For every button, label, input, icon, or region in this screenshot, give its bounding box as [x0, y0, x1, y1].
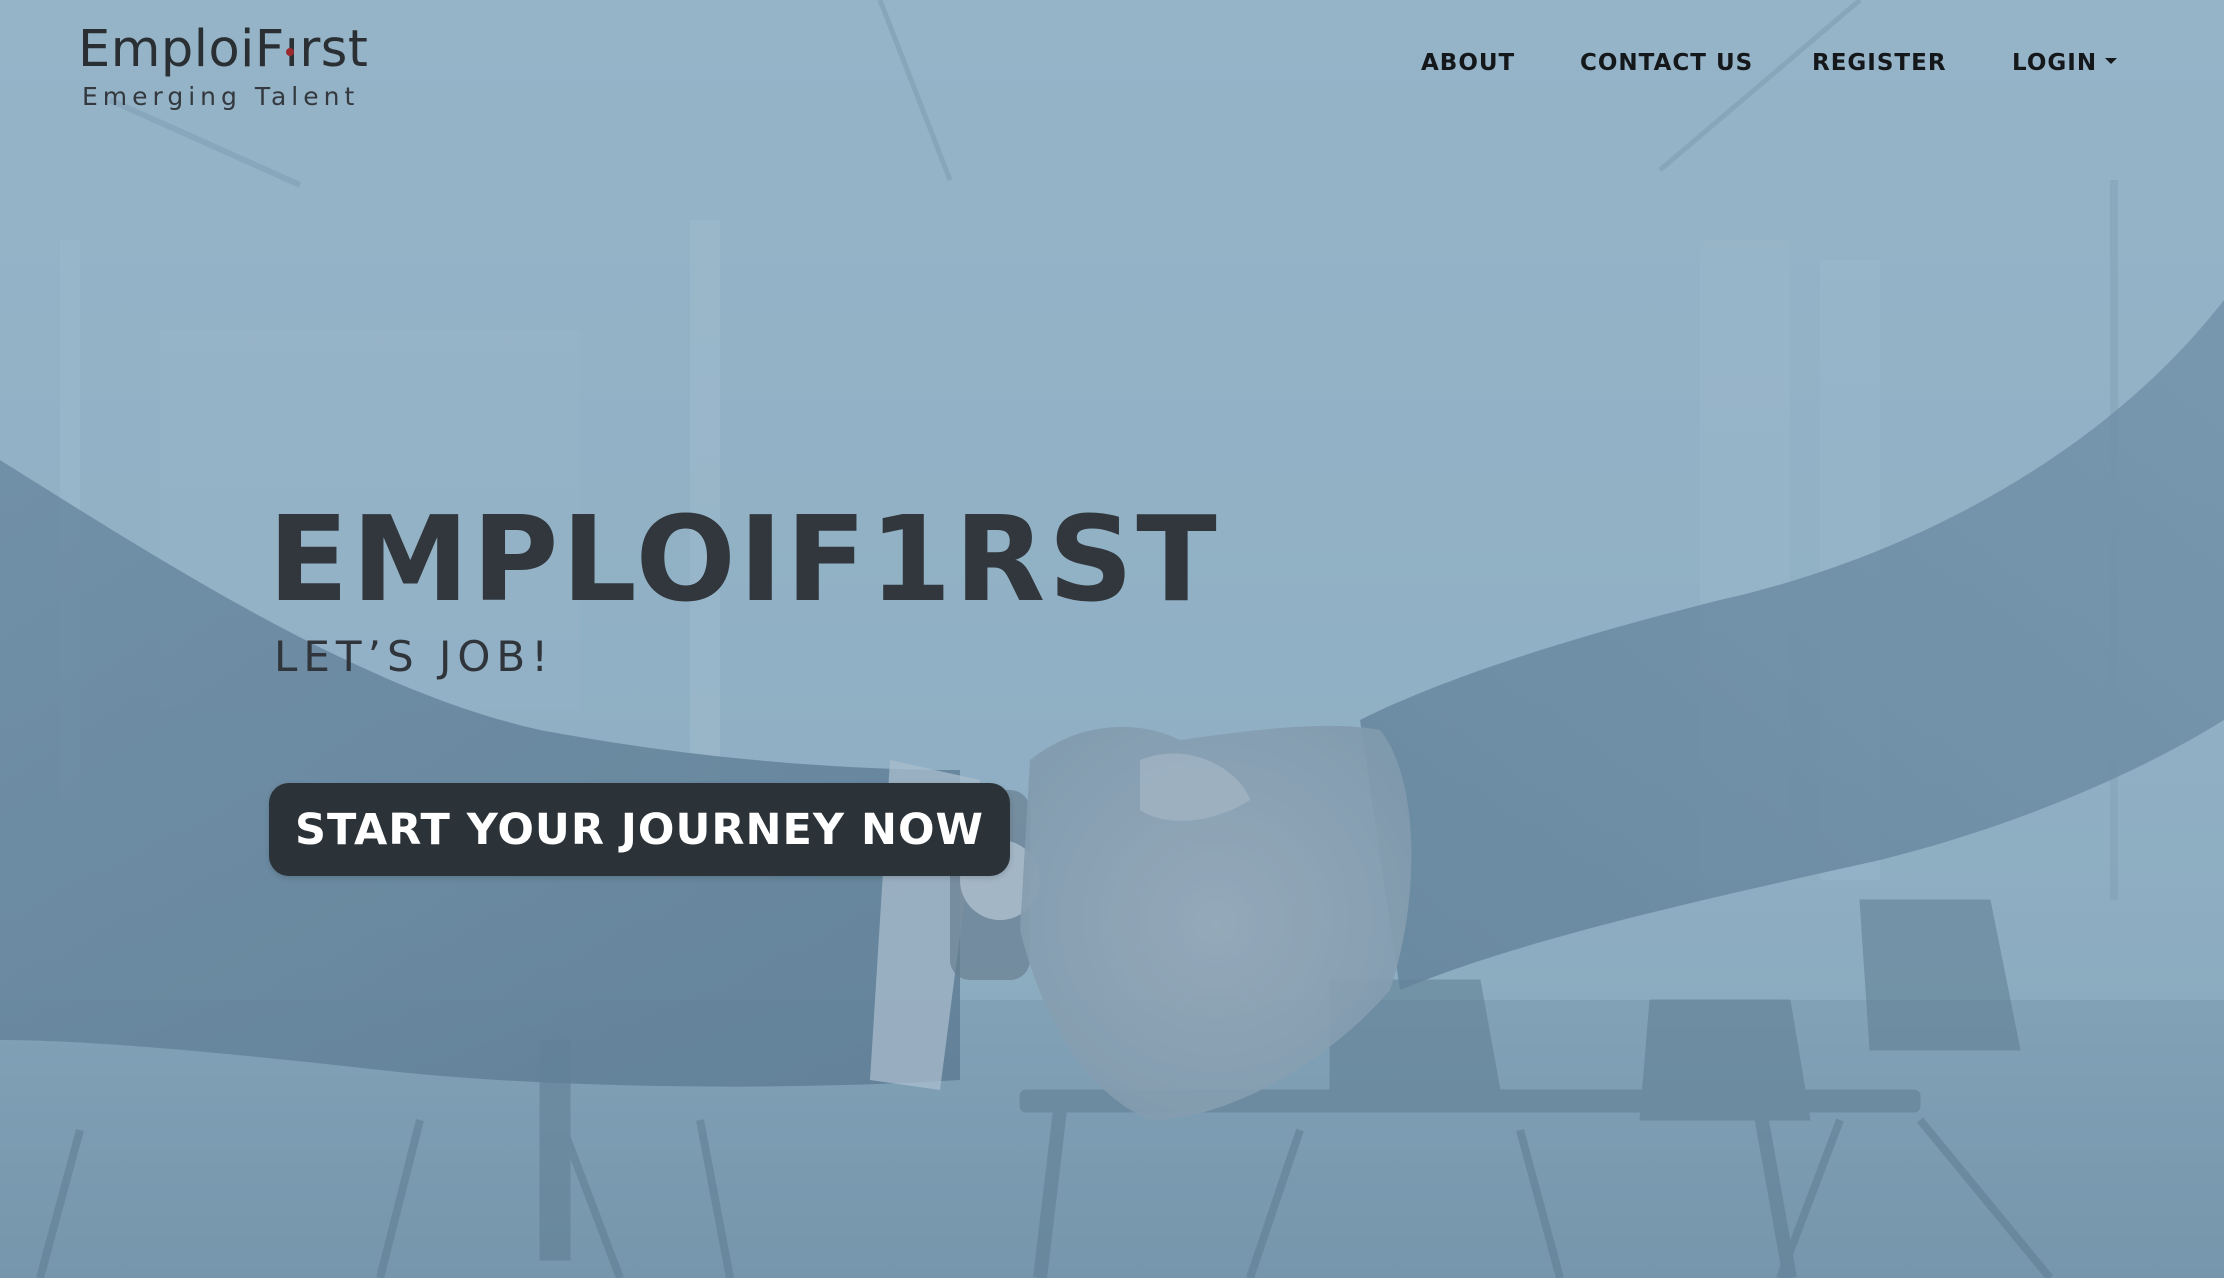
- start-journey-button[interactable]: START YOUR JOURNEY NOW: [269, 783, 1010, 876]
- nav-about-link[interactable]: ABOUT: [1421, 50, 1515, 76]
- nav-contact-link[interactable]: CONTACT US: [1580, 50, 1753, 76]
- hero-subtitle: LET’S JOB!: [274, 632, 555, 681]
- nav-register-link[interactable]: REGISTER: [1812, 50, 1947, 76]
- main-navigation: ABOUT CONTACT US REGISTER LOGIN: [0, 50, 2224, 90]
- landing-page: EmploiFırst Emerging Talent ABOUT CONTAC…: [0, 0, 2224, 1278]
- hero-title: EMPLOIF1RST: [268, 490, 1220, 628]
- site-header: EmploiFırst Emerging Talent ABOUT CONTAC…: [0, 0, 2224, 130]
- nav-login-label: LOGIN: [2012, 50, 2098, 76]
- caret-down-icon: [2105, 57, 2118, 64]
- nav-login-dropdown[interactable]: LOGIN: [2012, 50, 2118, 76]
